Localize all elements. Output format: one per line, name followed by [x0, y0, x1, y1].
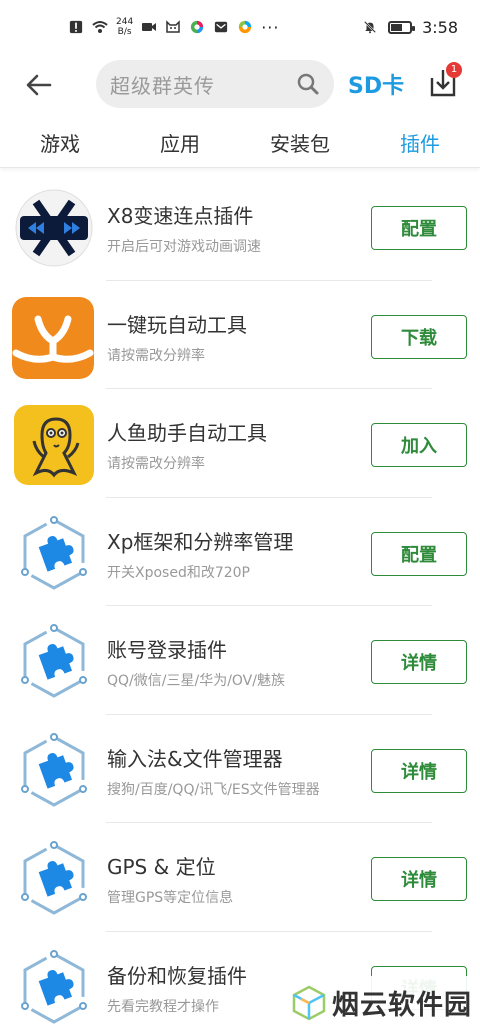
- mail-app-icon: [215, 21, 228, 33]
- net-speed-value: 244: [116, 17, 134, 27]
- puzzle-plugin-icon: [14, 731, 94, 811]
- more-notifications-icon: ···: [261, 17, 280, 37]
- item-desc: 管理GPS等定位信息: [107, 890, 234, 906]
- category-tabs: 游戏 应用 安装包 插件: [0, 124, 480, 168]
- colorful-app-icon: [191, 20, 204, 34]
- puzzle-plugin-icon: [14, 622, 94, 702]
- search-placeholder: 超级群英传: [110, 73, 215, 98]
- item-desc: 搜狗/百度/QQ/讯飞/ES文件管理器: [107, 781, 320, 798]
- wifi-icon: [92, 21, 108, 33]
- status-left-icons: 244 B/s ···: [68, 17, 279, 37]
- item-desc: 请按需改分辨率: [107, 456, 205, 472]
- details-button[interactable]: 详情: [371, 640, 467, 684]
- cat-app-icon: [166, 20, 180, 33]
- download-count-badge: 1: [446, 62, 462, 78]
- details-button[interactable]: 详情: [371, 748, 467, 793]
- puzzle-plugin-icon: [14, 948, 94, 1028]
- tab-apps[interactable]: 应用: [120, 124, 240, 167]
- puzzle-plugin-icon: [14, 839, 94, 919]
- item-name: GPS & 定位: [107, 855, 216, 879]
- item-desc: 请按需改分辨率: [107, 347, 205, 364]
- search-input[interactable]: 超级群英传: [96, 60, 334, 108]
- list-item[interactable]: 一键玩自动工具 请按需改分辨率 下载: [0, 281, 480, 389]
- net-speed: 244 B/s: [116, 17, 133, 37]
- configure-button[interactable]: 配置: [371, 531, 467, 576]
- mermaid-icon: [14, 405, 94, 485]
- video-icon: [142, 23, 157, 31]
- tab-games[interactable]: 游戏: [0, 124, 120, 167]
- x8-speed-icon: [14, 188, 94, 268]
- item-name: 备份和恢复插件: [107, 963, 247, 988]
- search-icon[interactable]: [296, 72, 320, 96]
- top-bar: 超级群英传 SD卡 1: [0, 54, 480, 116]
- item-name: 人鱼助手自动工具: [107, 421, 267, 445]
- tab-plugins[interactable]: 插件: [360, 124, 480, 167]
- list-item[interactable]: Xp框架和分辨率管理 开关Xposed和改720P 配置: [0, 498, 480, 606]
- list-item[interactable]: 账号登录插件 QQ/微信/三星/华为/OV/魅族 详情: [0, 606, 480, 715]
- item-name: X8变速连点插件: [107, 204, 254, 228]
- item-name: Xp框架和分辨率管理: [107, 529, 294, 554]
- net-speed-unit: B/s: [117, 27, 132, 37]
- cube-logo-icon: [292, 985, 326, 1020]
- item-name: 账号登录插件: [107, 638, 227, 662]
- battery-icon: [388, 20, 416, 34]
- puzzle-plugin-icon: [14, 514, 94, 594]
- clock: 3:58: [422, 17, 458, 37]
- list-item[interactable]: 输入法&文件管理器 搜狗/百度/QQ/讯飞/ES文件管理器 详情: [0, 715, 480, 823]
- item-desc: 开关Xposed和改720P: [107, 564, 251, 581]
- item-name: 一键玩自动工具: [107, 312, 247, 337]
- colorful-app-icon-2: [239, 20, 252, 34]
- configure-button[interactable]: 配置: [371, 206, 467, 250]
- join-button[interactable]: 加入: [371, 423, 467, 467]
- tab-packages[interactable]: 安装包: [240, 124, 360, 167]
- item-name: 输入法&文件管理器: [107, 746, 283, 771]
- status-bar: 244 B/s ··· 3:58: [0, 0, 480, 54]
- sd-card-button[interactable]: SD卡: [348, 68, 404, 100]
- item-desc: 开启后可对游戏动画调速: [107, 239, 261, 255]
- watermark-text: 烟云软件园: [332, 990, 472, 1021]
- back-button[interactable]: [22, 68, 56, 102]
- download-button[interactable]: 下载: [371, 314, 467, 359]
- item-desc: QQ/微信/三星/华为/OV/魅族: [107, 673, 285, 689]
- site-watermark: 烟云软件园: [284, 976, 480, 1029]
- details-button[interactable]: 详情: [371, 857, 467, 901]
- mute-bell-icon: [364, 20, 377, 34]
- plugin-list: X8变速连点插件 开启后可对游戏动画调速 配置 一键玩自动工具 请按需改分辨率 …: [0, 172, 480, 1029]
- notification-alert-icon: [69, 20, 83, 34]
- status-right: 3:58: [362, 18, 458, 37]
- arrow-left-icon: [26, 74, 52, 96]
- y-logo-icon: [12, 296, 94, 379]
- list-item[interactable]: X8变速连点插件 开启后可对游戏动画调速 配置: [0, 172, 480, 281]
- item-desc: 先看完教程才操作: [107, 998, 219, 1015]
- list-item[interactable]: 人鱼助手自动工具 请按需改分辨率 加入: [0, 389, 480, 498]
- list-item[interactable]: GPS & 定位 管理GPS等定位信息 详情: [0, 823, 480, 932]
